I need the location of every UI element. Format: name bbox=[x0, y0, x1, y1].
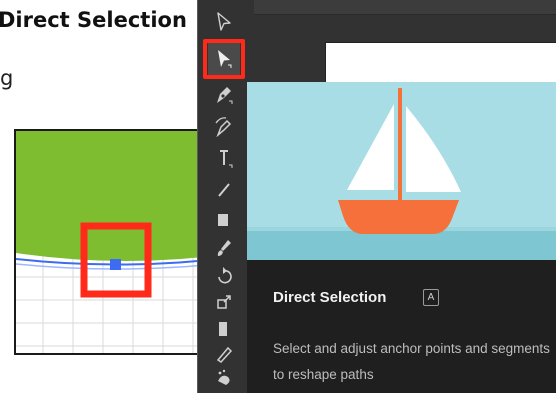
pen-tool-button[interactable] bbox=[208, 78, 240, 110]
boat-mast bbox=[398, 88, 402, 200]
tooltip-description: Select and adjust anchor points and segm… bbox=[273, 341, 550, 382]
page-heading: Direct Selection bbox=[0, 8, 187, 32]
artboard bbox=[325, 42, 556, 83]
keyboard-shortcut-badge: A bbox=[423, 289, 439, 306]
selection-arrow-outline-icon bbox=[217, 12, 231, 31]
body-text-fragment: g bbox=[0, 66, 14, 90]
boat-hull bbox=[338, 200, 459, 234]
paintbrush-icon bbox=[217, 240, 231, 256]
curvature-tool-button[interactable] bbox=[208, 110, 240, 142]
rectangle-icon bbox=[218, 214, 228, 226]
line-tool-button[interactable] bbox=[208, 174, 240, 206]
rotate-icon bbox=[218, 267, 232, 284]
tooltip-illustration bbox=[247, 82, 556, 260]
curvature-pen-icon bbox=[215, 117, 232, 137]
canvas-tab-strip bbox=[254, 0, 556, 15]
symbol-sprayer-tool-button[interactable] bbox=[208, 362, 240, 394]
scale-icon bbox=[217, 295, 231, 309]
tool-tooltip: Direct Selection A Select and adjust anc… bbox=[247, 82, 556, 393]
type-tool-button[interactable] bbox=[208, 142, 240, 174]
anchor-point bbox=[110, 259, 121, 270]
symbol-sprayer-icon bbox=[218, 369, 230, 385]
selection-tool-button[interactable] bbox=[208, 6, 240, 38]
line-segment-icon bbox=[218, 183, 230, 197]
direct-selection-highlight bbox=[203, 39, 245, 79]
pen-icon bbox=[217, 87, 233, 104]
tools-toolbar bbox=[201, 4, 247, 393]
eraser-icon bbox=[216, 346, 233, 363]
tooltip-title: Direct Selection bbox=[273, 289, 387, 306]
type-icon bbox=[220, 150, 233, 168]
